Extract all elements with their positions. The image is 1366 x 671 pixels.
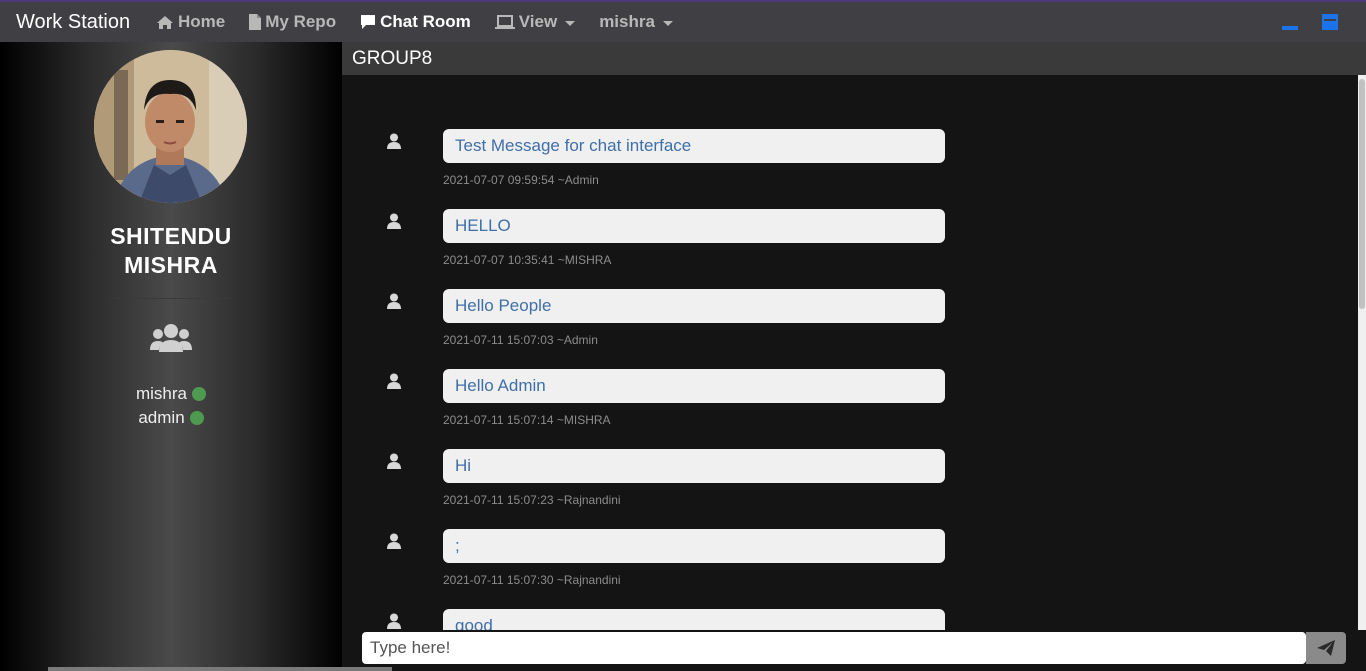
nav-my-repo[interactable]: My Repo [249, 12, 336, 32]
nav-chat-room[interactable]: Chat Room [360, 12, 471, 32]
divider [110, 298, 232, 299]
user-icon [387, 213, 401, 229]
message-bubble: Hi [443, 449, 945, 483]
home-icon [157, 15, 173, 29]
chevron-down-icon [565, 20, 576, 26]
scrollbar-thumb[interactable] [1359, 79, 1365, 309]
send-icon [1317, 640, 1335, 656]
chat-messages-area[interactable]: Test Message for chat interface 2021-07-… [342, 75, 1358, 630]
users-group-icon [150, 322, 192, 359]
brand-title[interactable]: Work Station [16, 11, 156, 34]
message-bubble: HELLO [443, 209, 945, 243]
nav-home-label: Home [178, 12, 226, 31]
message-bubble: Test Message for chat interface [443, 129, 945, 163]
chat-message: HELLO 2021-07-07 10:35:41 ~MISHRA [342, 209, 1358, 289]
user-first-name: SHITENDU [110, 223, 232, 249]
chat-message: Test Message for chat interface 2021-07-… [342, 129, 1358, 209]
top-navbar: Work Station Home My Repo Chat Room View… [0, 0, 1366, 42]
nav-view-label: View [518, 12, 558, 31]
chat-input-row [342, 630, 1366, 671]
send-button[interactable] [1306, 632, 1346, 664]
message-meta: 2021-07-07 10:35:41 ~MISHRA [443, 253, 612, 267]
member-item-mishra[interactable]: mishra [0, 384, 342, 404]
message-meta: 2021-07-11 15:07:03 ~Admin [443, 333, 598, 347]
minimize-icon[interactable] [1282, 26, 1298, 30]
user-icon [387, 133, 401, 149]
message-bubble: ; [443, 529, 945, 563]
message-input[interactable] [362, 632, 1306, 664]
nav-home[interactable]: Home [156, 12, 225, 32]
avatar [94, 50, 247, 203]
message-meta: 2021-07-07 09:59:54 ~Admin [443, 173, 599, 187]
nav-user-dropdown[interactable]: mishra [599, 12, 673, 32]
chat-message: good [342, 609, 1358, 630]
chat-message: Hi 2021-07-11 15:07:23 ~Rajnandini [342, 449, 1358, 529]
sidebar: SHITENDU MISHRA mishra admin [0, 42, 342, 671]
message-bubble: good [443, 609, 945, 630]
message-bubble: Hello People [443, 289, 945, 323]
chat-icon [361, 15, 376, 29]
message-bubble: Hello Admin [443, 369, 945, 403]
user-icon [387, 533, 401, 549]
chat-scrollbar[interactable] [1358, 75, 1366, 630]
member-item-admin[interactable]: admin [0, 408, 342, 428]
nav-view-dropdown[interactable]: View [494, 12, 576, 32]
message-meta: 2021-07-11 15:07:23 ~Rajnandini [443, 493, 621, 507]
message-meta: 2021-07-11 15:07:14 ~MISHRA [443, 413, 611, 427]
chat-group-title: GROUP8 [342, 42, 1366, 75]
maximize-icon[interactable] [1322, 14, 1338, 30]
horizontal-scrollbar[interactable] [48, 667, 392, 671]
nav-user-label: mishra [599, 12, 655, 31]
online-status-icon [192, 387, 206, 401]
file-icon [249, 14, 262, 30]
laptop-icon [494, 14, 515, 29]
member-name: mishra [135, 384, 187, 403]
member-name: admin [138, 408, 185, 427]
nav-my-repo-label: My Repo [265, 12, 337, 31]
online-status-icon [189, 411, 204, 425]
user-display-name: SHITENDU MISHRA [0, 222, 342, 280]
nav-chat-room-label: Chat Room [380, 12, 471, 31]
chevron-down-icon [662, 20, 673, 26]
chat-message: ; 2021-07-11 15:07:30 ~Rajnandini [342, 529, 1358, 609]
user-icon [387, 613, 401, 629]
user-icon [387, 293, 401, 309]
user-last-name: MISHRA [124, 252, 218, 278]
user-icon [387, 453, 401, 469]
message-meta: 2021-07-11 15:07:30 ~Rajnandini [443, 573, 621, 587]
user-icon [387, 373, 401, 389]
chat-message: Hello People 2021-07-11 15:07:03 ~Admin [342, 289, 1358, 369]
window-controls [1282, 14, 1338, 30]
chat-message: Hello Admin 2021-07-11 15:07:14 ~MISHRA [342, 369, 1358, 449]
